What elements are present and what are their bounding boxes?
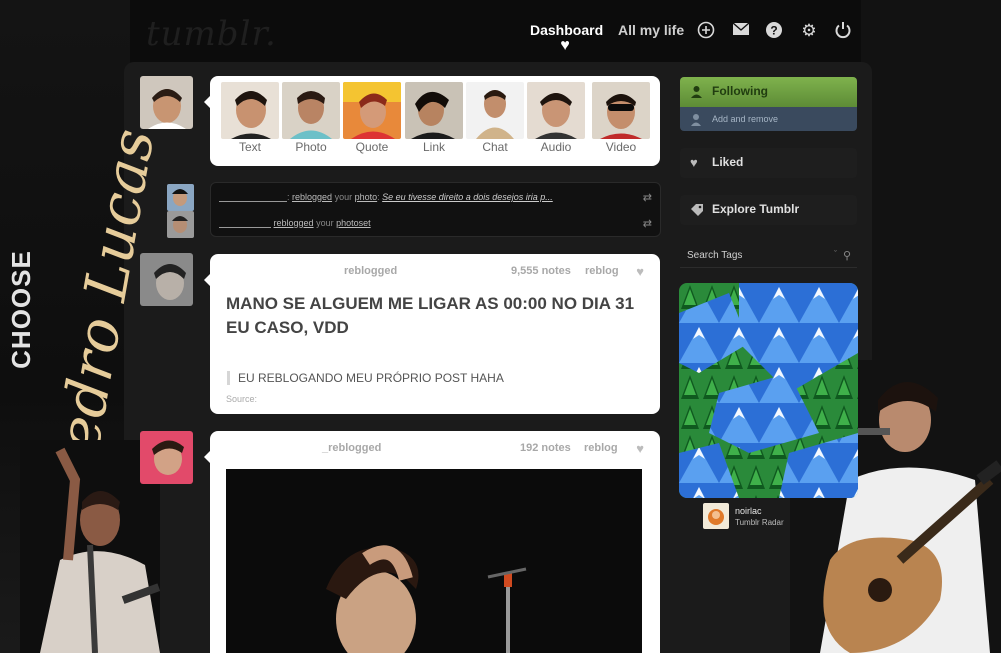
search-icon[interactable]: ⚲ xyxy=(843,244,851,268)
tag-icon xyxy=(690,195,704,226)
post-reblogged-label[interactable]: _reblogged xyxy=(322,442,381,454)
like-heart-icon[interactable]: ♥ xyxy=(636,264,644,279)
settings-icon[interactable]: ⚙ xyxy=(799,21,819,41)
post-quote: EU REBLOGANDO MEU PRÓPRIO POST HAHA xyxy=(227,371,504,385)
user-avatar[interactable] xyxy=(140,76,193,129)
post-type-photo[interactable]: Photo xyxy=(282,82,340,154)
username-link[interactable] xyxy=(219,219,271,228)
text-post: reblogged 9,555 notes reblog ♥ MANO SE A… xyxy=(204,254,660,414)
singer-photo-left xyxy=(20,440,160,653)
notification-avatar[interactable] xyxy=(167,211,194,238)
notification-quote-link[interactable]: Se eu tivesse direito a dois desejos iri… xyxy=(382,192,553,202)
notification-item: reblogged your photoset xyxy=(219,218,371,228)
post-type-chat[interactable]: Chat xyxy=(466,82,524,154)
post-box: Text Photo Quote Link Chat Audio Video xyxy=(204,76,660,166)
post-reblogged-label[interactable]: reblogged xyxy=(344,265,397,277)
reblog-icon[interactable]: ⇄ xyxy=(643,191,652,204)
search-caret-icon: ˇ xyxy=(834,249,837,259)
nav-dashboard[interactable]: Dashboard xyxy=(530,22,603,38)
heart-icon: ♥ xyxy=(560,37,570,54)
tumblr-radar-image[interactable] xyxy=(679,283,858,498)
post-type-audio[interactable]: Audio xyxy=(527,82,585,154)
reblog-icon[interactable]: ⇄ xyxy=(643,217,652,230)
radar-user-avatar[interactable] xyxy=(703,503,729,529)
svg-text:?: ? xyxy=(770,24,777,38)
post-type-video[interactable]: Video xyxy=(592,82,650,154)
radar-label: Tumblr Radar xyxy=(735,518,784,527)
tumblr-logo[interactable]: tumblr. xyxy=(146,14,277,54)
post-notes[interactable]: 9,555 notes xyxy=(511,265,571,277)
help-icon[interactable]: ? xyxy=(764,21,784,41)
search-tags-input[interactable]: Search Tags ˇ ⚲ xyxy=(680,244,857,268)
post-author-avatar[interactable] xyxy=(140,431,193,484)
post-photo[interactable] xyxy=(226,469,642,653)
logout-icon[interactable] xyxy=(833,21,853,41)
blog-name-script: Pedro Lucas xyxy=(37,124,168,492)
user-icon xyxy=(690,77,703,108)
post-title: MANO SE ALGUEM ME LIGAR AS 00:00 NO DIA … xyxy=(226,294,635,337)
like-heart-icon[interactable]: ♥ xyxy=(636,441,644,456)
reblog-button[interactable]: reblog xyxy=(584,442,618,454)
username-link[interactable] xyxy=(219,193,287,202)
radar-username[interactable]: noirlac xyxy=(735,506,762,516)
notifications-panel: : reblogged your photo: Se eu tivesse di… xyxy=(210,182,661,237)
following-button[interactable]: Following xyxy=(680,77,857,107)
reblog-button[interactable]: reblog xyxy=(585,265,619,277)
post-notes[interactable]: 192 notes xyxy=(520,442,571,454)
post-author-avatar[interactable] xyxy=(140,253,193,306)
heart-icon: ♥ xyxy=(690,155,698,170)
photo-post: _reblogged 192 notes reblog ♥ xyxy=(204,431,660,653)
notification-item: : reblogged your photo: Se eu tivesse di… xyxy=(219,192,553,202)
notification-avatar[interactable] xyxy=(167,184,194,211)
add-user-icon xyxy=(690,107,703,131)
post-type-link[interactable]: Link xyxy=(405,82,463,154)
liked-link[interactable]: ♥ Liked xyxy=(680,148,857,178)
post-source: Source: xyxy=(226,394,258,404)
following-panel: Following Add and remove xyxy=(680,77,857,131)
explore-tumblr-link[interactable]: Explore Tumblr xyxy=(680,195,857,225)
mail-icon[interactable] xyxy=(731,21,751,41)
new-post-icon[interactable] xyxy=(696,21,716,41)
post-type-quote[interactable]: Quote xyxy=(343,82,401,154)
post-type-text[interactable]: Text xyxy=(221,82,279,154)
add-and-remove-link[interactable]: Add and remove xyxy=(680,107,857,131)
nav-blog[interactable]: All my life xyxy=(618,22,684,38)
